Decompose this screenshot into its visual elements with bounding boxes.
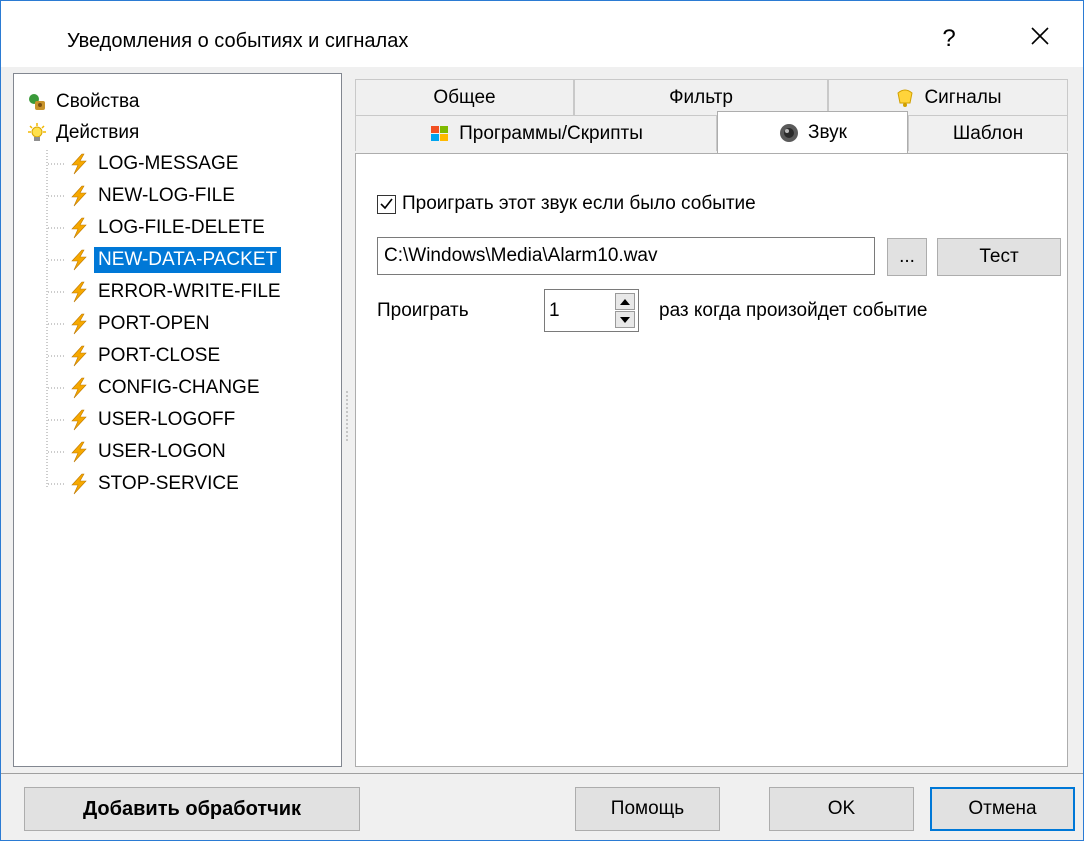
- tree-branch-line: [48, 227, 64, 229]
- tree-item-label: PORT-OPEN: [98, 313, 210, 334]
- panel-splitter[interactable]: [344, 391, 350, 441]
- tab-filter[interactable]: Фильтр: [574, 79, 828, 115]
- tree-branch-line: [48, 259, 64, 261]
- lightning-icon: [71, 377, 87, 399]
- help-button[interactable]: Помощь: [575, 787, 720, 831]
- browse-button[interactable]: ...: [887, 238, 927, 276]
- lightning-icon: [71, 217, 87, 239]
- dialog-window: Уведомления о событиях и сигналах ? Свой…: [0, 0, 1084, 841]
- tree-item-log-file-delete[interactable]: LOG-FILE-DELETE: [48, 214, 269, 242]
- window-title: Уведомления о событиях и сигналах: [67, 30, 409, 52]
- test-sound-button[interactable]: Тест: [937, 238, 1061, 276]
- tab-label: Шаблон: [952, 122, 1024, 144]
- checkbox-box[interactable]: [377, 194, 396, 214]
- tree-branch-line: [48, 483, 64, 485]
- play-count-spinner[interactable]: 1: [544, 289, 639, 332]
- spin-up-button[interactable]: [615, 293, 635, 310]
- tab-label: Фильтр: [669, 86, 733, 108]
- lightning-icon: [71, 345, 87, 367]
- lightning-icon: [71, 153, 87, 175]
- tree-item-config-change[interactable]: CONFIG-CHANGE: [48, 374, 264, 402]
- tree-item-user-logoff[interactable]: USER-LOGOFF: [48, 406, 239, 434]
- tree-item-label: LOG-MESSAGE: [98, 153, 239, 174]
- lightning-icon: [71, 441, 87, 463]
- tree-node-label: Свойства: [56, 91, 140, 112]
- help-title-button[interactable]: ?: [934, 25, 964, 53]
- tree-item-user-logon[interactable]: USER-LOGON: [48, 438, 230, 466]
- lightning-icon: [71, 249, 87, 271]
- properties-icon: [29, 94, 45, 110]
- tree-node-actions[interactable]: Действия: [26, 119, 143, 147]
- tree-item-label: CONFIG-CHANGE: [98, 377, 260, 398]
- spin-down-button[interactable]: [615, 311, 635, 328]
- bell-icon: [897, 89, 914, 107]
- tree-item-port-open[interactable]: PORT-OPEN: [48, 310, 214, 338]
- close-icon: [1031, 27, 1049, 45]
- play-count-value[interactable]: 1: [549, 300, 560, 322]
- close-button[interactable]: [1025, 21, 1055, 51]
- footer-divider: [1, 773, 1083, 774]
- speaker-icon: [780, 123, 799, 142]
- play-label: Проиграть: [377, 300, 469, 321]
- arrow-down-icon: [620, 316, 630, 323]
- checkmark-icon: [380, 198, 393, 209]
- tree-branch-line: [48, 355, 64, 357]
- tree-item-label: USER-LOGOFF: [98, 409, 236, 430]
- tree-item-label: NEW-DATA-PACKET: [94, 247, 282, 273]
- windows-logo-icon: [431, 125, 449, 141]
- add-handler-button[interactable]: Добавить обработчик: [24, 787, 360, 831]
- tree-branch-line: [48, 291, 64, 293]
- lightning-icon: [71, 409, 87, 431]
- tab-template[interactable]: Шаблон: [908, 115, 1068, 151]
- lightning-icon: [71, 281, 87, 303]
- lightning-icon: [71, 185, 87, 207]
- tree-item-label: STOP-SERVICE: [98, 473, 239, 494]
- tab-programs-scripts[interactable]: Программы/Скрипты: [355, 115, 717, 151]
- tree-item-new-data-packet[interactable]: NEW-DATA-PACKET: [48, 246, 282, 274]
- title-bar: Уведомления о событиях и сигналах ?: [1, 1, 1083, 67]
- tree-item-label: NEW-LOG-FILE: [98, 185, 235, 206]
- ok-button[interactable]: OK: [769, 787, 914, 831]
- checkbox-label: Проиграть этот звук если было событие: [402, 193, 756, 214]
- tree-item-label: ERROR-WRITE-FILE: [98, 281, 281, 302]
- tree-item-error-write-file[interactable]: ERROR-WRITE-FILE: [48, 278, 285, 306]
- tree-branch-line: [48, 419, 64, 421]
- tree-node-properties[interactable]: Свойства: [26, 88, 143, 116]
- tab-general[interactable]: Общее: [355, 79, 574, 115]
- tab-label: Звук: [808, 121, 847, 143]
- cancel-button[interactable]: Отмена: [930, 787, 1075, 831]
- tab-label: Сигналы: [924, 86, 1002, 108]
- tab-label: Общее: [433, 86, 496, 108]
- play-count-suffix: раз когда произойдет событие: [659, 300, 928, 321]
- tab-label: Программы/Скрипты: [459, 122, 643, 144]
- lightning-icon: [71, 473, 87, 495]
- arrow-up-icon: [620, 298, 630, 305]
- tree-branch-line: [48, 323, 64, 325]
- play-sound-checkbox[interactable]: Проиграть этот звук если было событие: [377, 193, 756, 215]
- tree-branch-line: [48, 163, 64, 165]
- tree-item-label: LOG-FILE-DELETE: [98, 217, 265, 238]
- tab-sound[interactable]: Звук: [717, 111, 908, 153]
- event-tree[interactable]: Свойства Действия LOG-MESSAGE NEW-LOG-FIL…: [13, 73, 342, 767]
- tree-item-stop-service[interactable]: STOP-SERVICE: [48, 470, 243, 498]
- sound-file-path-input[interactable]: [377, 237, 875, 275]
- tree-item-label: PORT-CLOSE: [98, 345, 221, 366]
- tab-signals[interactable]: Сигналы: [828, 79, 1068, 115]
- tree-item-port-close[interactable]: PORT-CLOSE: [48, 342, 224, 370]
- tree-item-log-message[interactable]: LOG-MESSAGE: [48, 150, 242, 178]
- tree-item-label: USER-LOGON: [98, 441, 226, 462]
- tree-item-new-log-file[interactable]: NEW-LOG-FILE: [48, 182, 239, 210]
- tree-branch-line: [48, 451, 64, 453]
- splitter-grip-icon: [346, 391, 348, 441]
- tree-branch-line: [48, 387, 64, 389]
- tree-node-label: Действия: [56, 122, 140, 143]
- tree-branch-line: [48, 195, 64, 197]
- lightning-icon: [71, 313, 87, 335]
- lightbulb-icon: [28, 123, 46, 141]
